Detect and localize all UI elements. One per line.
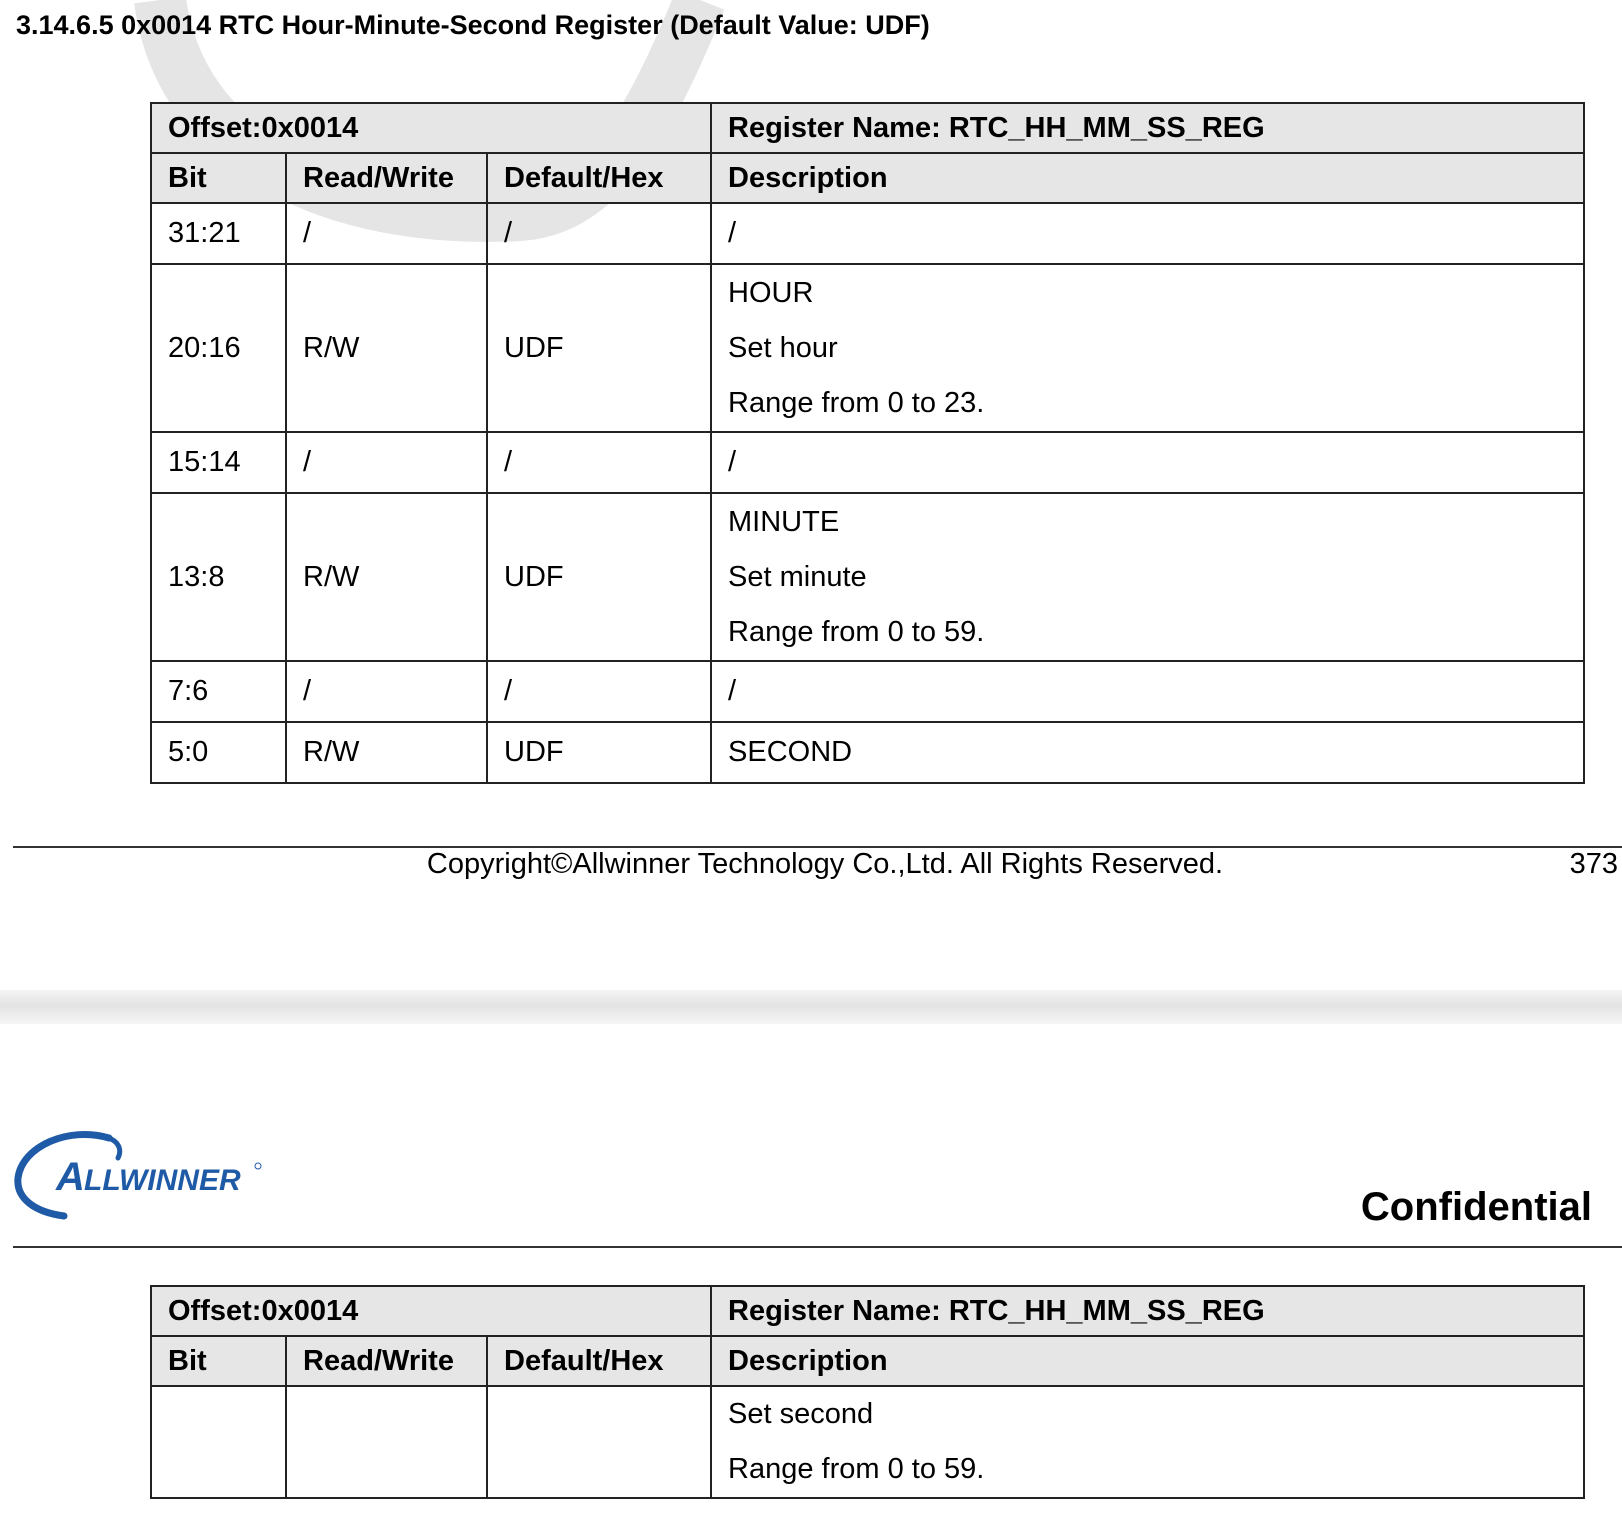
column-header-default: Default/Hex xyxy=(485,152,713,204)
bit-cell: 15:14 xyxy=(150,431,287,494)
read-write-cell: R/W xyxy=(285,263,488,433)
default-cell: UDF xyxy=(485,492,713,662)
section-title: 3.14.6.5 0x0014 RTC Hour-Minute-Second R… xyxy=(16,10,930,40)
column-header-read-write: Read/Write xyxy=(285,1335,488,1387)
svg-text:A: A xyxy=(55,1155,85,1199)
column-header-row: Bit Read/Write Default/Hex Description xyxy=(150,152,1585,204)
description-line: Range from 0 to 23. xyxy=(728,386,985,419)
default-cell: / xyxy=(485,431,713,494)
description-line: / xyxy=(728,446,737,478)
copyright-text: Copyright©Allwinner Technology Co.,Ltd. … xyxy=(426,848,1224,880)
description-cell: SECOND xyxy=(710,721,1585,784)
default-cell: / xyxy=(485,202,713,265)
column-header-description: Description xyxy=(710,1335,1585,1387)
bit-cell: 31:21 xyxy=(150,202,287,265)
register-name-label: Register Name: RTC_HH_MM_SS_REG xyxy=(710,102,1585,154)
column-header-read-write: Read/Write xyxy=(285,152,488,204)
description-cell: HOUR Set hour Range from 0 to 23. xyxy=(710,263,1585,433)
description-line: Range from 0 to 59. xyxy=(728,615,985,648)
offset-label: Offset:0x0014 xyxy=(149,102,713,154)
description-line: SECOND xyxy=(728,736,853,768)
description-cell: / xyxy=(710,202,1585,265)
description-line: MINUTE xyxy=(728,505,840,538)
confidential-label: Confidential xyxy=(1360,1185,1592,1229)
default-cell: / xyxy=(485,660,713,723)
read-write-cell: / xyxy=(285,660,488,723)
page-separator xyxy=(0,990,1622,1024)
column-header-default: Default/Hex xyxy=(485,1335,713,1387)
page-number: 373 xyxy=(1569,848,1618,880)
svg-text:LLWINNER: LLWINNER xyxy=(84,1164,241,1197)
column-header-bit: Bit xyxy=(150,152,287,204)
register-name-label: Register Name: RTC_HH_MM_SS_REG xyxy=(710,1285,1585,1337)
allwinner-logo: A LLWINNER xyxy=(14,1131,262,1220)
read-write-cell: R/W xyxy=(285,721,488,784)
description-cell: / xyxy=(710,660,1585,723)
bit-cell: 20:16 xyxy=(150,263,287,433)
table-row: 7:6 / / / xyxy=(150,660,1585,723)
description-cell: / xyxy=(710,431,1585,494)
description-cell: Set second Range from 0 to 59. xyxy=(710,1385,1585,1499)
table-row: 13:8 R/W UDF MINUTE Set minute Range fro… xyxy=(150,492,1585,662)
read-write-cell xyxy=(285,1385,488,1499)
description-cell: MINUTE Set minute Range from 0 to 59. xyxy=(710,492,1585,662)
offset-label: Offset:0x0014 xyxy=(149,1285,713,1337)
default-cell xyxy=(485,1385,713,1499)
table-row: 20:16 R/W UDF HOUR Set hour Range from 0… xyxy=(150,263,1585,433)
default-cell: UDF xyxy=(485,721,713,784)
register-table-continued: Offset:0x0014 Register Name: RTC_HH_MM_S… xyxy=(149,1285,1585,1499)
table-row: 5:0 R/W UDF SECOND xyxy=(150,721,1585,784)
description-line: Set second xyxy=(728,1398,874,1430)
description-line: Set hour xyxy=(728,331,838,364)
table-row: 15:14 / / / xyxy=(150,431,1585,494)
bit-cell: 7:6 xyxy=(150,660,287,723)
read-write-cell: R/W xyxy=(285,492,488,662)
description-line: Range from 0 to 59. xyxy=(728,1453,985,1485)
table-row: Set second Range from 0 to 59. xyxy=(150,1385,1585,1499)
column-header-row: Bit Read/Write Default/Hex Description xyxy=(150,1335,1585,1387)
bit-cell: 5:0 xyxy=(150,721,287,784)
read-write-cell: / xyxy=(285,431,488,494)
description-line: / xyxy=(728,675,737,707)
column-header-bit: Bit xyxy=(150,1335,287,1387)
bit-cell: 13:8 xyxy=(150,492,287,662)
description-line: Set minute xyxy=(728,560,867,593)
header-rule xyxy=(13,1246,1622,1248)
table-row: 31:21 / / / xyxy=(150,202,1585,265)
description-line: / xyxy=(728,217,737,249)
default-cell: UDF xyxy=(485,263,713,433)
register-header-row: Offset:0x0014 Register Name: RTC_HH_MM_S… xyxy=(149,102,1585,154)
register-table: Offset:0x0014 Register Name: RTC_HH_MM_S… xyxy=(149,102,1585,784)
read-write-cell: / xyxy=(285,202,488,265)
column-header-description: Description xyxy=(710,152,1585,204)
description-line: HOUR xyxy=(728,276,814,309)
bit-cell xyxy=(150,1385,287,1499)
register-header-row: Offset:0x0014 Register Name: RTC_HH_MM_S… xyxy=(149,1285,1585,1337)
